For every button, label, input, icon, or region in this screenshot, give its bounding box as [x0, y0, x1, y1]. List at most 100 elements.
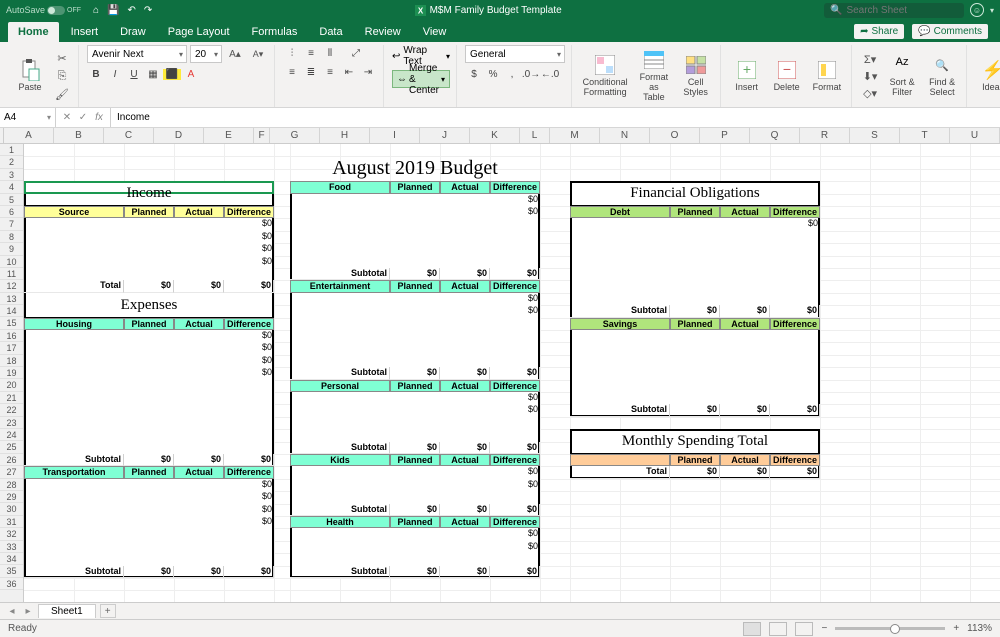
row-header-23[interactable]: 23 — [0, 417, 23, 429]
row-header-15[interactable]: 15 — [0, 317, 23, 329]
row-header-10[interactable]: 10 — [0, 256, 23, 268]
col-header-O[interactable]: O — [650, 128, 700, 143]
col-header-B[interactable]: B — [54, 128, 104, 143]
chevron-down-icon[interactable]: ▾ — [990, 6, 994, 15]
align-center-icon[interactable]: ≣ — [302, 64, 320, 80]
sheet-nav-prev-icon[interactable]: ▸ — [22, 606, 34, 617]
row-header-31[interactable]: 31 — [0, 516, 23, 528]
row-header-1[interactable]: 1 — [0, 144, 23, 156]
col-header-S[interactable]: S — [850, 128, 900, 143]
row-header-36[interactable]: 36 — [0, 578, 23, 590]
insert-cells-button[interactable]: +Insert — [729, 57, 765, 95]
delete-cells-button[interactable]: −Delete — [769, 57, 805, 95]
format-cells-button[interactable]: Format — [809, 57, 846, 95]
copy-icon[interactable]: ⎘ — [52, 68, 72, 84]
number-format-select[interactable]: General — [465, 45, 565, 63]
row-header-21[interactable]: 21 — [0, 392, 23, 404]
row-header-24[interactable]: 24 — [0, 429, 23, 441]
col-header-D[interactable]: D — [154, 128, 204, 143]
merge-center-button[interactable]: ⇔Merge & Center▾ — [392, 70, 450, 88]
orientation-icon[interactable]: ⤢ — [347, 45, 365, 61]
ideas-button[interactable]: ⚡Ideas — [975, 57, 1000, 95]
row-header-3[interactable]: 3 — [0, 169, 23, 181]
home-icon[interactable]: ⌂ — [93, 5, 99, 16]
spreadsheet-grid[interactable]: ABCDEFGHIJKLMNOPQRSTU 123456789101112131… — [0, 128, 1000, 602]
tab-view[interactable]: View — [413, 22, 457, 42]
autosave-toggle[interactable]: AutoSave OFF — [6, 5, 81, 15]
save-icon[interactable]: 💾 — [107, 5, 119, 16]
row-header-6[interactable]: 6 — [0, 206, 23, 218]
undo-icon[interactable]: ↶ — [128, 5, 136, 16]
align-left-icon[interactable]: ≡ — [283, 64, 301, 80]
bold-button[interactable]: B — [87, 66, 105, 82]
row-header-20[interactable]: 20 — [0, 379, 23, 391]
row-header-25[interactable]: 25 — [0, 441, 23, 453]
col-header-M[interactable]: M — [550, 128, 600, 143]
col-header-U[interactable]: U — [950, 128, 1000, 143]
format-as-table-button[interactable]: Format as Table — [634, 47, 673, 105]
tab-insert[interactable]: Insert — [61, 22, 109, 42]
row-header-11[interactable]: 11 — [0, 268, 23, 280]
col-header-T[interactable]: T — [900, 128, 950, 143]
redo-icon[interactable]: ↷ — [144, 5, 152, 16]
col-header-P[interactable]: P — [700, 128, 750, 143]
font-color-button[interactable]: A — [182, 66, 200, 82]
autosum-icon[interactable]: Σ▾ — [860, 51, 880, 67]
zoom-slider[interactable] — [835, 627, 945, 630]
tab-home[interactable]: Home — [8, 22, 59, 42]
row-header-22[interactable]: 22 — [0, 404, 23, 416]
row-header-14[interactable]: 14 — [0, 305, 23, 317]
row-header-13[interactable]: 13 — [0, 293, 23, 305]
align-right-icon[interactable]: ≡ — [321, 64, 339, 80]
currency-icon[interactable]: $ — [465, 66, 483, 82]
row-header-5[interactable]: 5 — [0, 194, 23, 206]
row-header-2[interactable]: 2 — [0, 156, 23, 168]
formula-input[interactable] — [111, 112, 1000, 123]
view-page-layout-icon[interactable] — [769, 622, 787, 636]
row-header-8[interactable]: 8 — [0, 231, 23, 243]
border-button[interactable]: ▦ — [144, 66, 162, 82]
row-header-33[interactable]: 33 — [0, 541, 23, 553]
col-header-I[interactable]: I — [370, 128, 420, 143]
decrease-decimal-icon[interactable]: ←.0 — [541, 66, 559, 82]
italic-button[interactable]: I — [106, 66, 124, 82]
align-bottom-icon[interactable]: ⫴ — [321, 45, 339, 61]
view-page-break-icon[interactable] — [795, 622, 813, 636]
search-box[interactable]: 🔍 — [824, 3, 964, 18]
row-header-18[interactable]: 18 — [0, 355, 23, 367]
col-header-A[interactable]: A — [4, 128, 54, 143]
cancel-formula-icon[interactable]: ✕ — [60, 112, 74, 123]
fill-color-button[interactable]: ⬛ — [163, 66, 181, 82]
col-header-E[interactable]: E — [204, 128, 254, 143]
font-size-select[interactable]: 20 — [190, 45, 222, 63]
align-middle-icon[interactable]: ≡ — [302, 45, 320, 61]
comments-button[interactable]: 💬Comments — [912, 24, 988, 39]
comma-icon[interactable]: , — [503, 66, 521, 82]
row-header-19[interactable]: 19 — [0, 367, 23, 379]
align-top-icon[interactable]: ⫶ — [283, 45, 301, 61]
tab-formulas[interactable]: Formulas — [242, 22, 308, 42]
decrease-indent-icon[interactable]: ⇤ — [340, 64, 358, 80]
row-header-28[interactable]: 28 — [0, 479, 23, 491]
fx-icon[interactable]: fx — [92, 112, 106, 123]
enter-formula-icon[interactable]: ✓ — [76, 112, 90, 123]
share-button[interactable]: ➦Share — [854, 24, 904, 39]
row-header-9[interactable]: 9 — [0, 243, 23, 255]
increase-decimal-icon[interactable]: .0→ — [522, 66, 540, 82]
find-select-button[interactable]: 🔍Find & Select — [924, 52, 960, 100]
add-sheet-button[interactable]: + — [100, 604, 116, 618]
percent-icon[interactable]: % — [484, 66, 502, 82]
col-header-L[interactable]: L — [520, 128, 550, 143]
view-normal-icon[interactable] — [743, 622, 761, 636]
row-header-27[interactable]: 27 — [0, 466, 23, 478]
col-header-R[interactable]: R — [800, 128, 850, 143]
fill-icon[interactable]: ⬇▾ — [860, 68, 880, 84]
name-box[interactable]: A4▾ — [0, 108, 56, 127]
increase-indent-icon[interactable]: ⇥ — [359, 64, 377, 80]
underline-button[interactable]: U — [125, 66, 143, 82]
decrease-font-icon[interactable]: A▾ — [248, 46, 268, 62]
increase-font-icon[interactable]: A▴ — [225, 46, 245, 62]
cell-styles-button[interactable]: Cell Styles — [678, 52, 714, 100]
tab-page-layout[interactable]: Page Layout — [158, 22, 240, 42]
row-header-30[interactable]: 30 — [0, 503, 23, 515]
